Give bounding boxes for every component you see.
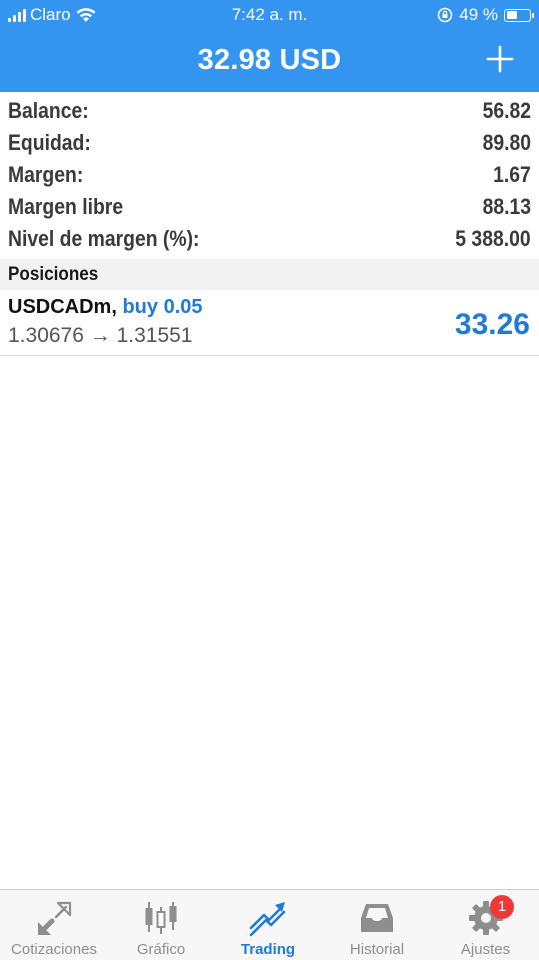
tab-settings[interactable]: 1 Ajustes <box>432 890 539 960</box>
position-profit: 33.26 <box>454 308 530 341</box>
tab-label: Gráfico <box>136 941 186 958</box>
tab-label: Cotizaciones <box>11 941 97 958</box>
tab-bar: Cotizaciones Gráfico Trading Historial 1… <box>0 889 539 960</box>
section-title: Posiciones <box>8 264 99 285</box>
margin-row: Margen: 1.67 <box>0 158 539 190</box>
row-value: 56.82 <box>482 98 531 123</box>
position-symbol: USDCADm, <box>8 296 117 318</box>
account-summary: Balance: 56.82 Equidad: 89.80 Margen: 1.… <box>0 94 539 254</box>
candlestick-chart-icon <box>145 902 177 934</box>
tab-label: Historial <box>349 941 405 958</box>
position-prices: 1.30676 → 1.31551 <box>8 324 193 347</box>
tab-history[interactable]: Historial <box>322 890 432 960</box>
row-value: 5 388.00 <box>455 226 531 251</box>
battery-percent: 49 % <box>459 5 498 24</box>
notification-badge: 1 <box>490 895 514 919</box>
app-header: Claro 7:42 a. m. 49 % 32.98 USD <box>0 0 539 92</box>
row-label: Margen libre <box>8 194 124 219</box>
tab-trading[interactable]: Trading <box>214 890 322 960</box>
row-label: Nivel de margen (%): <box>8 226 200 251</box>
battery-fill <box>506 11 517 19</box>
row-label: Equidad: <box>8 130 91 155</box>
status-bar: Claro 7:42 a. m. 49 % <box>0 0 539 30</box>
battery-icon <box>504 8 534 22</box>
tab-chart[interactable]: Gráfico <box>108 890 214 960</box>
quotes-arrows-icon <box>38 901 72 935</box>
tab-label: Trading <box>240 941 296 958</box>
status-right: 49 % <box>437 5 534 25</box>
row-value: 1.67 <box>493 162 531 187</box>
positions-section-header: Posiciones <box>0 259 539 290</box>
tab-quotes[interactable]: Cotizaciones <box>0 890 108 960</box>
margin-level-row: Nivel de margen (%): 5 388.00 <box>0 222 539 254</box>
plus-icon[interactable] <box>485 44 515 74</box>
equity-row: Equidad: 89.80 <box>0 126 539 158</box>
balance-row: Balance: 56.82 <box>0 94 539 126</box>
row-value: 89.80 <box>482 130 531 155</box>
position-title: USDCADm, buy 0.05 <box>8 296 203 319</box>
trading-trend-icon <box>249 902 286 937</box>
position-direction: buy 0.05 <box>122 296 203 318</box>
free-margin-row: Margen libre 88.13 <box>0 190 539 222</box>
history-inbox-icon <box>361 904 393 932</box>
balance-title: 32.98 USD <box>197 44 342 76</box>
row-label: Margen: <box>8 162 84 187</box>
orientation-lock-icon <box>437 7 453 23</box>
tab-label: Ajustes <box>460 941 511 958</box>
position-row[interactable]: USDCADm, buy 0.05 1.30676 → 1.31551 33.2… <box>0 290 539 356</box>
row-label: Balance: <box>8 98 89 123</box>
row-value: 88.13 <box>482 194 531 219</box>
